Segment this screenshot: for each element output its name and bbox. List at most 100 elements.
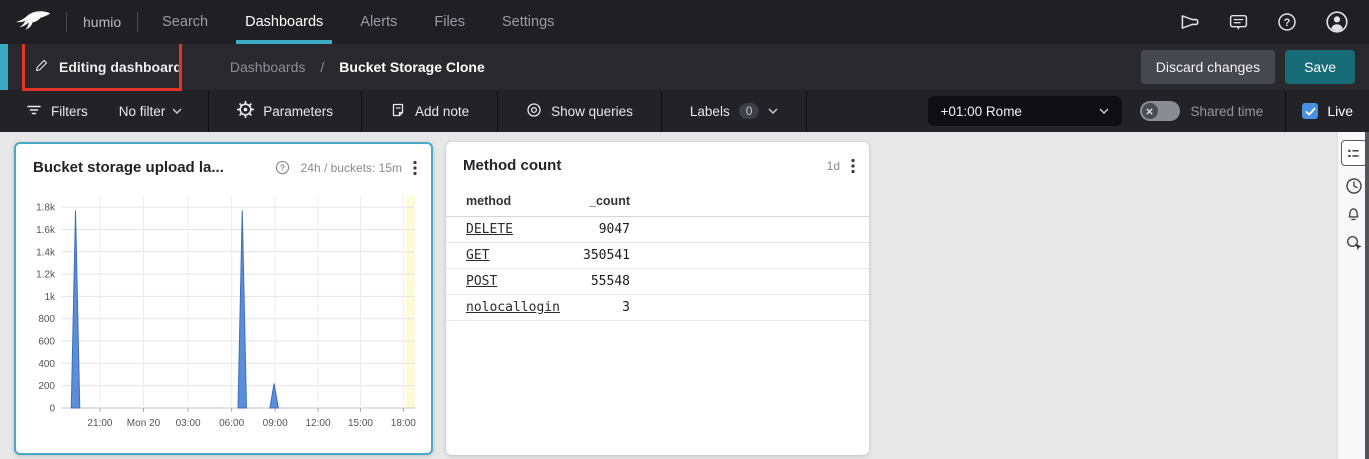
method-link[interactable]: nolocallogin bbox=[446, 300, 582, 315]
live-toggle-group: Live bbox=[1286, 90, 1369, 132]
scrollbar[interactable] bbox=[1365, 132, 1369, 459]
add-note-label: Add note bbox=[415, 104, 469, 119]
method-link[interactable]: GET bbox=[446, 248, 582, 263]
add-note-button[interactable]: Add note bbox=[362, 90, 497, 132]
brand-name: humio bbox=[83, 14, 121, 30]
save-button[interactable]: Save bbox=[1285, 50, 1355, 84]
queries-target-icon bbox=[526, 102, 542, 121]
svg-text:Mon 20: Mon 20 bbox=[127, 418, 161, 429]
filter-icon bbox=[26, 102, 42, 121]
count-value: 9047 bbox=[582, 222, 630, 237]
nav-item-files[interactable]: Files bbox=[434, 0, 465, 44]
toolbar-divider bbox=[806, 90, 807, 132]
svg-text:1.4k: 1.4k bbox=[36, 247, 56, 258]
search-pointer-icon[interactable] bbox=[1345, 234, 1363, 252]
filter-select-value: No filter bbox=[119, 104, 166, 119]
crowdstrike-falcon-logo-icon[interactable] bbox=[14, 9, 52, 35]
nav-item-search[interactable]: Search bbox=[162, 0, 208, 44]
toolbar-right-group: +01:00 Rome Shared time Live bbox=[928, 90, 1369, 132]
show-queries-button[interactable]: Show queries bbox=[498, 90, 661, 132]
main-nav: Search Dashboards Alerts Files Settings bbox=[162, 0, 591, 44]
time-chart[interactable]: 02004006008001k1.2k1.4k1.6k1.8k21:00Mon … bbox=[21, 186, 425, 432]
filter-select[interactable]: No filter bbox=[119, 104, 183, 119]
topnav-actions: ? bbox=[1178, 10, 1349, 34]
count-value: 3 bbox=[582, 300, 630, 315]
breadcrumb-separator: / bbox=[320, 59, 324, 75]
feedback-chat-icon[interactable] bbox=[1228, 13, 1249, 32]
table-widget-header-actions: 1d bbox=[827, 158, 855, 174]
svg-text:03:00: 03:00 bbox=[176, 418, 201, 429]
chevron-down-icon bbox=[768, 108, 778, 114]
table-widget-title: Method count bbox=[463, 157, 561, 174]
table-header-row: method _count bbox=[446, 186, 869, 217]
svg-text:06:00: 06:00 bbox=[219, 418, 244, 429]
parameters-label: Parameters bbox=[263, 104, 333, 119]
nav-divider bbox=[66, 12, 67, 32]
svg-text:?: ? bbox=[280, 163, 285, 173]
svg-text:09:00: 09:00 bbox=[263, 418, 288, 429]
user-avatar-icon[interactable] bbox=[1325, 10, 1349, 34]
timezone-select[interactable]: +01:00 Rome bbox=[928, 96, 1122, 126]
nav-item-settings[interactable]: Settings bbox=[502, 0, 554, 44]
show-queries-label: Show queries bbox=[551, 104, 633, 119]
chart-widget-header: Bucket storage upload la... ? 24h / buck… bbox=[16, 144, 431, 178]
method-link[interactable]: DELETE bbox=[446, 222, 582, 237]
history-clock-icon[interactable] bbox=[1345, 177, 1363, 195]
bell-icon[interactable] bbox=[1345, 206, 1362, 223]
svg-text:400: 400 bbox=[38, 359, 55, 370]
nav-item-dashboards[interactable]: Dashboards bbox=[245, 0, 323, 44]
timezone-value: +01:00 Rome bbox=[941, 104, 1022, 119]
svg-text:600: 600 bbox=[38, 337, 55, 348]
panel-list-icon[interactable] bbox=[1341, 140, 1367, 166]
svg-text:?: ? bbox=[1284, 17, 1291, 29]
method-count-table: method _count DELETE9047GET350541POST555… bbox=[446, 186, 869, 321]
pencil-icon bbox=[34, 58, 49, 76]
table-row: POST55548 bbox=[446, 269, 869, 295]
live-checkbox[interactable] bbox=[1302, 103, 1318, 119]
svg-text:200: 200 bbox=[38, 381, 55, 392]
filters-group: Filters No filter bbox=[0, 90, 208, 132]
labels-dropdown[interactable]: Labels 0 bbox=[662, 90, 806, 132]
svg-text:1.2k: 1.2k bbox=[36, 270, 56, 281]
method-table-rows: DELETE9047GET350541POST55548nolocallogin… bbox=[446, 217, 869, 321]
editing-dashboard-label: Editing dashboard bbox=[59, 59, 182, 75]
table-row: GET350541 bbox=[446, 243, 869, 269]
discard-changes-button[interactable]: Discard changes bbox=[1141, 50, 1275, 84]
count-value: 55548 bbox=[582, 274, 630, 289]
svg-text:0: 0 bbox=[49, 404, 55, 415]
breadcrumb: Dashboards / Bucket Storage Clone bbox=[230, 59, 485, 75]
method-link[interactable]: POST bbox=[446, 274, 582, 289]
announcements-megaphone-icon[interactable] bbox=[1178, 13, 1200, 31]
live-label: Live bbox=[1327, 103, 1353, 119]
breadcrumb-current-page: Bucket Storage Clone bbox=[339, 59, 484, 75]
chart-widget-header-actions: ? 24h / buckets: 15m bbox=[275, 160, 417, 176]
table-row: DELETE9047 bbox=[446, 217, 869, 243]
kebab-menu-icon[interactable] bbox=[413, 160, 417, 176]
svg-text:15:00: 15:00 bbox=[348, 418, 373, 429]
svg-text:18:00: 18:00 bbox=[391, 418, 416, 429]
svg-text:1.6k: 1.6k bbox=[36, 225, 56, 236]
chevron-down-icon bbox=[172, 108, 182, 114]
labels-count-badge: 0 bbox=[739, 103, 760, 119]
checkmark-icon bbox=[1304, 105, 1317, 118]
gear-icon bbox=[237, 101, 254, 121]
parameters-button[interactable]: Parameters bbox=[209, 90, 361, 132]
edit-mode-accent-stripe bbox=[0, 44, 8, 90]
bucket-storage-chart-widget[interactable]: Bucket storage upload la... ? 24h / buck… bbox=[14, 142, 433, 455]
toggle-knob-off-icon bbox=[1142, 103, 1158, 119]
widget-help-icon[interactable]: ? bbox=[275, 160, 290, 175]
app-window: humio Search Dashboards Alerts Files Set… bbox=[0, 0, 1369, 459]
shared-time-toggle[interactable] bbox=[1140, 101, 1180, 121]
breadcrumb-dashboards-link[interactable]: Dashboards bbox=[230, 59, 306, 75]
help-icon[interactable]: ? bbox=[1277, 12, 1297, 32]
count-value: 350541 bbox=[582, 248, 630, 263]
chart-time-window: 24h / buckets: 15m bbox=[301, 161, 402, 175]
kebab-menu-icon[interactable] bbox=[851, 158, 855, 174]
note-icon bbox=[390, 102, 406, 121]
editing-dashboard-indicator: Editing dashboard bbox=[34, 58, 182, 76]
top-navigation-bar: humio Search Dashboards Alerts Files Set… bbox=[0, 0, 1369, 44]
nav-item-alerts[interactable]: Alerts bbox=[360, 0, 397, 44]
method-count-widget[interactable]: Method count 1d method _count DELETE9047… bbox=[446, 142, 869, 455]
chart-widget-title: Bucket storage upload la... bbox=[33, 159, 224, 176]
column-header-count: _count bbox=[582, 194, 630, 208]
